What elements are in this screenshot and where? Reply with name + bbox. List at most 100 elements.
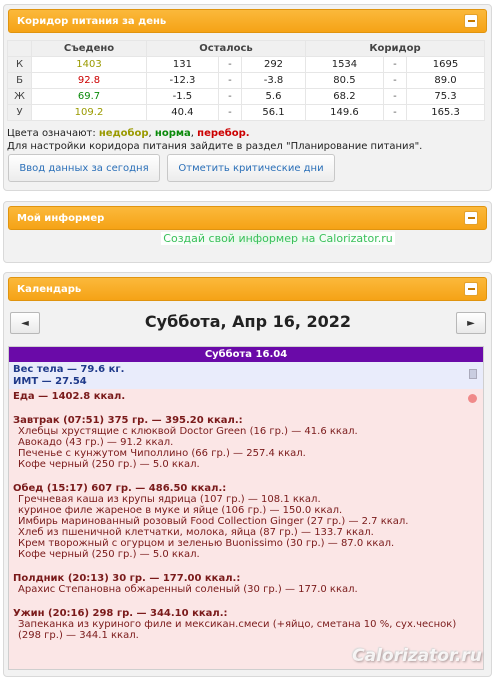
- calendar-panel-title: Календарь: [17, 283, 82, 295]
- left-to-value: 5.6: [241, 88, 306, 105]
- table-row: Ж 69.7 -1.5-5.6 68.2-75.3: [7, 88, 485, 105]
- current-date: Суббота, Апр 16, 2022: [144, 312, 352, 331]
- list-item: Кофе черный (250 гр.) — 5.0 ккал.: [18, 549, 200, 560]
- collapse-corridor-button[interactable]: [464, 14, 478, 28]
- left-from-value: 131: [146, 56, 219, 73]
- meal-block: Полдник (20:13) 30 гр. — 177.00 ккал.: Ар…: [13, 573, 479, 595]
- next-day-button[interactable]: ►: [456, 312, 486, 334]
- corridor-panel-title: Коридор питания за день: [17, 15, 167, 27]
- meal-title: Завтрак (07:51) 375 гр. — 395.20 ккал.:: [13, 415, 243, 426]
- range-dash: -: [217, 88, 243, 105]
- informer-banner: Создай свой информер на Calorizator.ru: [0, 232, 496, 245]
- range-dash: -: [217, 104, 243, 121]
- corridor-from-value: 1534: [304, 56, 384, 73]
- corridor-to-value: 1695: [406, 56, 485, 73]
- corridor-to-value: 89.0: [406, 72, 485, 89]
- range-dash: -: [382, 88, 408, 105]
- meal-title: Полдник (20:13) 30 гр. — 177.00 ккал.:: [13, 573, 241, 584]
- eaten-value: 92.8: [31, 72, 147, 89]
- food-block: Еда — 1402.8 ккал. Завтрак (07:51) 375 г…: [9, 391, 483, 641]
- day-header: Суббота 16.04: [9, 347, 483, 362]
- left-from-value: -1.5: [146, 88, 219, 105]
- left-from-value: 40.4: [146, 104, 219, 121]
- legend-prefix: Цвета означают:: [7, 128, 96, 139]
- informer-panel-title: Мой информер: [17, 212, 105, 224]
- range-dash: -: [382, 104, 408, 121]
- scale-icon: [469, 369, 477, 379]
- corridor-table: Съедено Осталось Коридор К 1403 131-292 153…: [7, 40, 486, 121]
- left-to-value: 292: [241, 56, 306, 73]
- left-to-value: -3.8: [241, 72, 306, 89]
- meal-letter: У: [7, 104, 32, 121]
- corridor-from-value: 68.2: [304, 88, 384, 105]
- list-item: Кофе черный (250 гр.) — 5.0 ккал.: [18, 459, 200, 470]
- informer-panel-header: Мой информер: [8, 206, 487, 230]
- meal-title: Ужин (20:16) 298 гр. — 344.10 ккал.:: [13, 608, 228, 619]
- food-total: Еда — 1402.8 ккал.: [13, 391, 126, 402]
- legend-over: перебор.: [197, 128, 250, 139]
- minus-icon: [467, 217, 475, 219]
- meal-title: Обед (15:17) 607 гр. — 486.50 ккал.:: [13, 483, 227, 494]
- watermark-logo: Calorizator.ru: [352, 646, 482, 666]
- corridor-to-value: 75.3: [406, 88, 485, 105]
- corridor-from-value: 80.5: [304, 72, 384, 89]
- enter-today-button[interactable]: Ввод данных за сегодня: [8, 154, 160, 182]
- range-dash: -: [217, 56, 243, 73]
- list-item: Запеканка из куриного филе и мексикан.см…: [18, 619, 457, 641]
- corridor-panel-header: Коридор питания за день: [8, 9, 487, 33]
- eaten-value: 109.2: [31, 104, 147, 121]
- range-dash: -: [382, 72, 408, 89]
- collapse-calendar-button[interactable]: [464, 282, 478, 296]
- corridor-column-header: Коридор: [304, 40, 486, 57]
- legend-line: Цвета означают: недобор, норма, перебор.: [7, 127, 422, 140]
- list-item: Имбирь маринованный розовый Food Collect…: [18, 516, 409, 527]
- table-row: К 1403 131-292 1534-1695: [7, 56, 485, 73]
- table-header-row: Съедено Осталось Коридор: [7, 40, 486, 57]
- corridor-to-value: 165.3: [406, 104, 485, 121]
- body-weight: Вес тела — 79.6 кг.: [13, 364, 125, 375]
- collapse-informer-button[interactable]: [464, 211, 478, 225]
- legend-norm: норма: [154, 128, 191, 139]
- left-to-value: 56.1: [241, 104, 306, 121]
- create-informer-link[interactable]: Создай свой информер на Calorizator.ru: [161, 232, 395, 245]
- minus-icon: [467, 288, 475, 290]
- list-item: Авокадо (43 гр.) — 91.2 ккал.: [18, 437, 174, 448]
- mark-critical-days-button[interactable]: Отметить критические дни: [167, 154, 335, 182]
- table-row: Б 92.8 -12.3- -3.8 80.5-89.0: [7, 72, 485, 89]
- list-item: Хлебцы хрустящие с клюквой Doctor Green …: [18, 426, 358, 437]
- left-column-header: Осталось: [146, 40, 306, 57]
- range-dash: -: [382, 56, 408, 73]
- list-item: Крем творожный с огурцом и зеленью Buoni…: [18, 538, 395, 549]
- eaten-value: 1403: [31, 56, 147, 73]
- list-item: Арахис Степановна обжаренный соленый (30…: [18, 584, 358, 595]
- meal-block: Обед (15:17) 607 гр. — 486.50 ккал.: Греч…: [13, 483, 479, 560]
- corridor-from-value: 149.6: [304, 104, 384, 121]
- arrow-right-icon: ►: [467, 317, 475, 329]
- weight-block: Вес тела — 79.6 кг. ИМТ — 27.54: [9, 362, 483, 389]
- meal-column-header: [7, 40, 32, 57]
- meal-block: Ужин (20:16) 298 гр. — 344.10 ккал.: Запе…: [13, 608, 479, 641]
- color-legend: Цвета означают: недобор, норма, перебор.…: [7, 127, 422, 153]
- table-row: У 109.2 40.4-56.1 149.6-165.3: [7, 104, 485, 121]
- legend-separator: ,: [190, 128, 194, 139]
- left-from-value: -12.3: [146, 72, 219, 89]
- meal-block: Завтрак (07:51) 375 гр. — 395.20 ккал.: Х…: [13, 415, 479, 470]
- eaten-column-header: Съедено: [31, 40, 147, 57]
- legend-under: недобор: [98, 128, 149, 139]
- eaten-value: 69.7: [31, 88, 147, 105]
- meal-letter: Ж: [7, 88, 32, 105]
- meal-letter: К: [7, 56, 32, 73]
- list-item: Гречневая каша из крупы ядрица (107 гр.)…: [18, 494, 321, 505]
- meal-letter: Б: [7, 72, 32, 89]
- apple-icon: [468, 394, 477, 403]
- day-entry: Суббота 16.04 Вес тела — 79.6 кг. ИМТ — …: [8, 346, 484, 670]
- setup-note: Для настройки коридора питания зайдите в…: [7, 141, 423, 152]
- bmi-value: ИМТ — 27.54: [13, 376, 87, 387]
- list-item: Хлеб из пшеничной клетчатки, молока, яйц…: [18, 527, 374, 538]
- legend-separator: ,: [148, 128, 152, 139]
- list-item: куриное филе жареное в муке и яйце (106 …: [18, 505, 343, 516]
- meals-list: Завтрак (07:51) 375 гр. — 395.20 ккал.: Х…: [13, 415, 479, 641]
- range-dash: -: [217, 72, 243, 89]
- list-item: Печенье с кунжутом Чиполлино (66 гр.) — …: [18, 448, 306, 459]
- calendar-panel-header: Календарь: [8, 277, 487, 301]
